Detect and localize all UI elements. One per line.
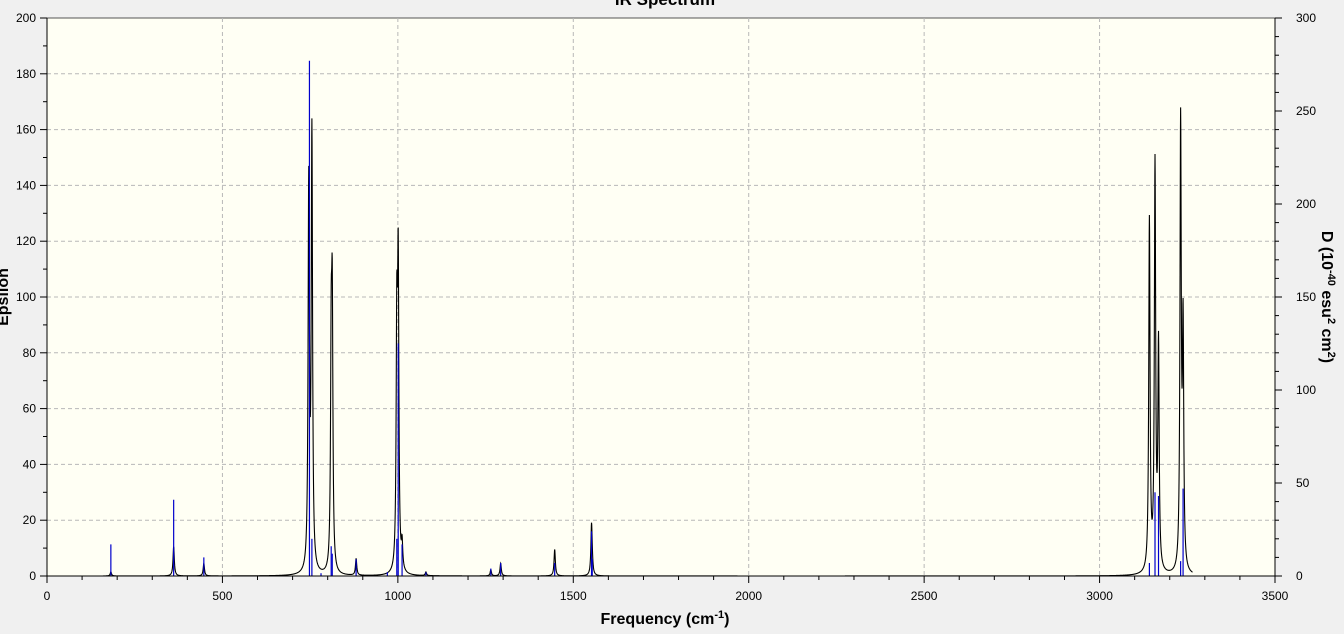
y-axis-title-right: D (10-40 esu2 cm2) [1318, 231, 1337, 363]
x-tick-label: 3500 [1262, 589, 1289, 603]
x-tick-label: 2000 [735, 589, 762, 603]
y-left-tick-label: 20 [23, 513, 37, 527]
y-right-tick-label: 200 [1296, 197, 1316, 211]
x-axis-title-suffix: ) [724, 611, 729, 628]
y-right-tick-label: 50 [1296, 476, 1310, 490]
x-tick-label: 0 [44, 589, 51, 603]
y-right-tick-label: 100 [1296, 383, 1316, 397]
x-axis-title: Frequency (cm-1) [601, 609, 730, 628]
y-left-tick-label: 120 [16, 234, 36, 248]
y-axis-title-right-text: esu [1318, 286, 1335, 318]
y-right-tick-label: 150 [1296, 290, 1316, 304]
y-axis-title-left: Epsilon [0, 268, 12, 326]
y-left-tick-label: 100 [16, 290, 36, 304]
y-right-tick-label: 300 [1296, 11, 1316, 25]
y-left-tick-label: 60 [23, 402, 37, 416]
x-tick-label: 1500 [560, 589, 587, 603]
x-tick-label: 3000 [1086, 589, 1113, 603]
y-left-tick-label: 140 [16, 178, 36, 192]
y-left-tick-label: 40 [23, 457, 37, 471]
y-axis-title-right-text: cm [1318, 324, 1335, 352]
y-left-tick-label: 200 [16, 11, 36, 25]
y-right-tick-label: 250 [1296, 104, 1316, 118]
chart-title: IR Spectrum [615, 0, 715, 9]
y-left-tick-label: 0 [29, 569, 36, 583]
y-axis-title-right-sup: -40 [1325, 270, 1337, 286]
x-axis-title-sup: -1 [714, 609, 724, 621]
x-tick-label: 1000 [385, 589, 412, 603]
x-tick-label: 2500 [911, 589, 938, 603]
ir-spectrum-chart: 0 500 1000 1500 2000 2500 3000 3500020406080100… [0, 0, 1344, 634]
x-axis-title-text: Frequency (cm [601, 611, 715, 628]
y-axis-title-right-text: D (10 [1318, 231, 1335, 270]
x-tick-label: 500 [212, 589, 232, 603]
plot-area: 0 500 1000 1500 2000 2500 3000 3500020406080100… [16, 11, 1316, 603]
y-axis-title-right-text: ) [1318, 358, 1335, 363]
y-left-tick-label: 160 [16, 123, 36, 137]
y-right-tick-label: 0 [1296, 569, 1303, 583]
y-left-tick-label: 80 [23, 346, 37, 360]
y-left-tick-label: 180 [16, 67, 36, 81]
